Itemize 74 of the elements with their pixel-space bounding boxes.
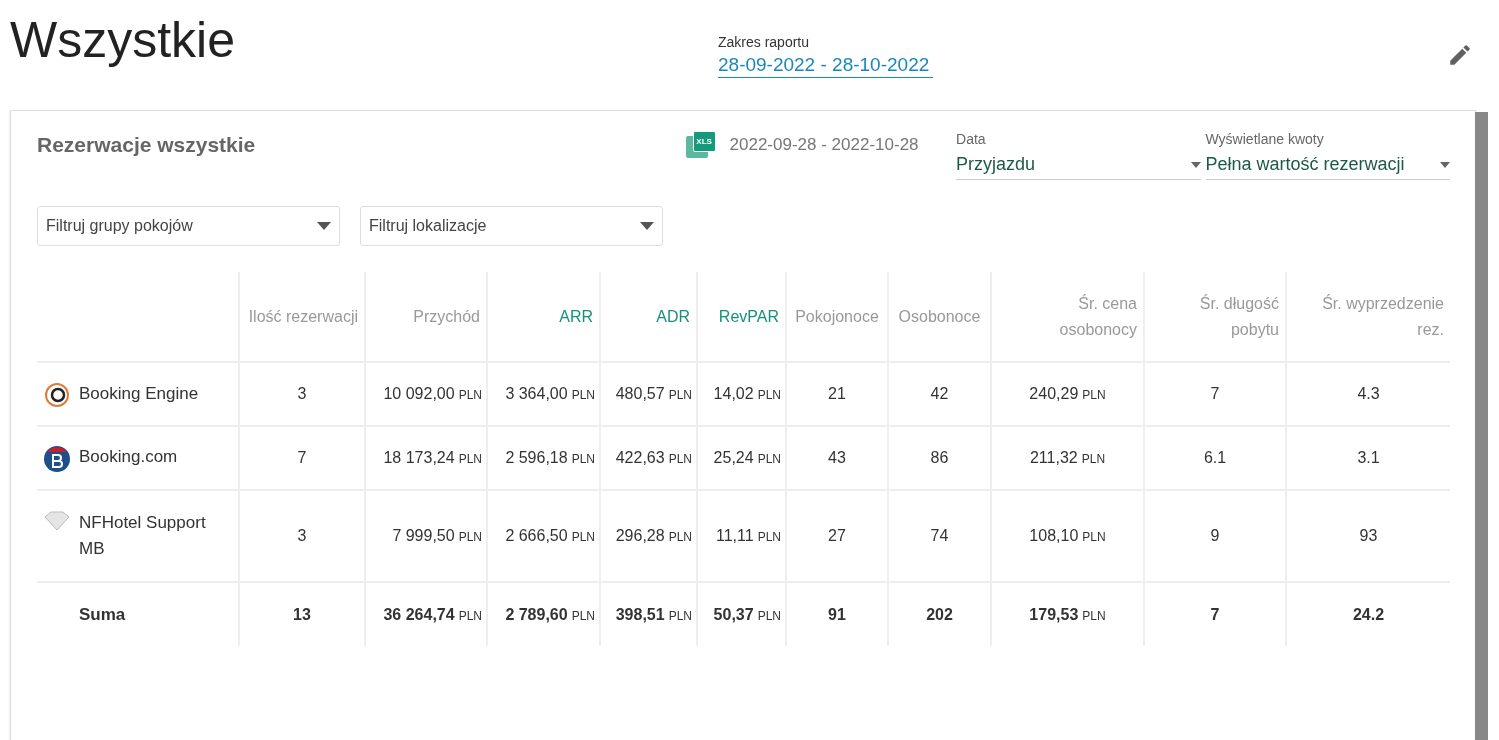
table-cell: 3 364,00 PLN [505, 385, 595, 402]
ring-logo-icon [44, 381, 70, 408]
table-cell: 240,29 PLN [1029, 385, 1106, 402]
table-cell: 3 [297, 385, 307, 402]
table-cell: 11,11 PLN [716, 527, 781, 544]
table-cell: 93 [1359, 527, 1378, 544]
caret-icon [1190, 161, 1201, 168]
table-cell: 398,51 PLN [615, 605, 692, 623]
filter-dropdown[interactable]: Filtruj lokalizacje [360, 206, 663, 246]
column-header: Pokojonoce [795, 307, 879, 325]
table-cell: 296,28 PLN [615, 527, 692, 544]
table-cell: 25,24 PLN [713, 449, 781, 466]
table-cell: 7 [297, 449, 307, 466]
column-header: Ilość rezerwacji [248, 307, 358, 325]
table-cell: 42 [930, 385, 949, 402]
date-range-link[interactable]: 28-09-2022 - 28-10-2022 [718, 53, 934, 78]
table-cell: 18 173,24 PLN [383, 449, 482, 466]
scrollbar[interactable] [1475, 112, 1488, 740]
table-cell: 21 [828, 385, 846, 402]
select-label: Wyświetlane kwoty [1205, 130, 1325, 149]
round-logo-icon [43, 444, 71, 473]
table-cell: 211,32 PLN [1029, 449, 1106, 466]
column-header: Śr. cena osobonocy [1059, 294, 1137, 338]
select-field[interactable]: Przyjazdu [956, 150, 1201, 180]
source-name: Booking Engine [79, 382, 199, 405]
table-cell: 3 [297, 527, 307, 544]
table-cell: 7 999,50 PLN [392, 527, 482, 544]
column-header: Osobonoce [898, 307, 981, 325]
table-cell: 13 [293, 605, 311, 623]
table-cell: 27 [828, 527, 846, 544]
column-header: Śr. długość pobytu [1199, 294, 1279, 338]
filter-dropdown[interactable]: Filtruj grupy pokojów [37, 206, 340, 246]
table-cell: 43 [828, 449, 846, 466]
card-title: Rezerwacje wszystkie [37, 132, 257, 158]
select-field[interactable]: Pełna wartość rezerwacji [1205, 150, 1450, 180]
column-header: ARR [559, 307, 593, 325]
table-cell: 202 [926, 605, 953, 623]
table-cell: 24.2 [1352, 605, 1385, 623]
table-cell: 6.1 [1203, 449, 1227, 466]
column-header: RevPAR [718, 307, 779, 325]
column-header: ADR [656, 307, 690, 325]
table-cell: 4.3 [1357, 385, 1380, 402]
table-cell: 74 [930, 527, 949, 544]
table-cell: 2 666,50 PLN [505, 527, 595, 544]
table-cell: 91 [828, 605, 846, 623]
table-cell: 179,53 PLN [1029, 605, 1106, 623]
table-cell: 10 092,00 PLN [383, 385, 482, 402]
table-cell: 2 596,18 PLN [505, 449, 595, 466]
table-cell: 36 264,74 PLN [383, 605, 482, 623]
table-cell: 7 [1210, 385, 1220, 402]
table-cell: 9 [1210, 527, 1220, 544]
table-cell: 2 789,60 PLN [505, 605, 595, 623]
source-name: Booking.com [79, 445, 178, 468]
source-name: NFHotel Support MB [79, 512, 207, 560]
diamond-logo-icon [43, 511, 71, 531]
caret-icon [640, 222, 654, 230]
table-cell: 50,37 PLN [713, 605, 781, 623]
caret-icon [1440, 161, 1450, 168]
table-cell: 108,10 PLN [1029, 527, 1106, 544]
column-header: Przychód [413, 307, 480, 325]
table-cell: 7 [1210, 605, 1220, 623]
table-cell: 86 [930, 449, 949, 466]
export-dates: 2022-09-28 - 2022-10-28 [729, 134, 920, 156]
table-cell: 422,63 PLN [615, 449, 692, 466]
column-header: Śr. wyprzedzenie rez. [1322, 294, 1444, 338]
page-title: Wszystkie [10, 11, 236, 70]
table-cell: 3.1 [1357, 449, 1380, 466]
edit-icon[interactable] [1447, 42, 1473, 68]
range-label: Zakres raportu [718, 33, 811, 52]
table-cell: 480,57 PLN [615, 385, 692, 402]
total-label: Suma [79, 603, 126, 626]
caret-icon [317, 222, 331, 230]
select-label: Data [956, 130, 987, 149]
table-cell: 14,02 PLN [713, 385, 781, 402]
